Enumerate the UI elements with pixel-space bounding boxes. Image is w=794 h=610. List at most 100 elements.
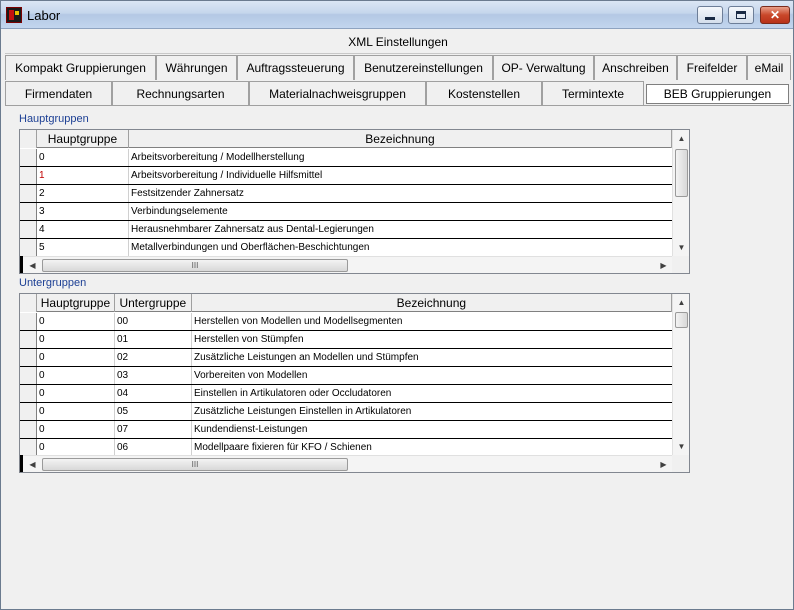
scroll-right-icon[interactable]: ▶ [655,456,672,473]
close-button[interactable]: ✕ [760,6,790,24]
untergruppen-horizontal-scrollbar[interactable]: ◀ III ▶ [20,455,672,472]
tab-beb-gruppierungen[interactable]: BEB Gruppierungen [646,84,789,104]
table-cell[interactable]: Arbeitsvorbereitung / Modellherstellung [129,149,672,166]
table-cell[interactable]: Vorbereiten von Modellen [192,367,672,384]
tab-op-verwaltung[interactable]: OP- Verwaltung [493,55,594,80]
untergruppen-grid[interactable]: Hauptgruppe Untergruppe Bezeichnung 0 00 H… [19,293,690,473]
table-cell[interactable]: 0 [37,313,115,330]
table-cell[interactable]: 0 [37,149,129,166]
table-cell[interactable]: Modellpaare fixieren für KFO / Schienen [192,439,672,455]
scroll-right-icon[interactable]: ▶ [655,257,672,274]
table-cell[interactable]: Herausnehmbarer Zahnersatz aus Dental-Le… [129,221,672,238]
table-cell[interactable]: Herstellen von Stümpfen [192,331,672,348]
table-row[interactable]: 2 Festsitzender Zahnersatz [20,185,672,203]
hauptgruppen-horizontal-scrollbar[interactable]: ◀ III ▶ [20,256,672,273]
row-selector[interactable] [20,203,37,220]
table-row[interactable]: 0 07 Kundendienst-Leistungen [20,421,672,439]
table-row[interactable]: 0 00 Herstellen von Modellen und Modellseg… [20,313,672,331]
table-cell[interactable]: Herstellen von Modellen und Modellsegmen… [192,313,672,330]
table-cell[interactable]: 5 [37,239,129,256]
scroll-thumb[interactable] [675,312,688,328]
column-header-bezeichnung[interactable]: Bezeichnung [192,294,672,312]
hauptgruppen-grid[interactable]: Hauptgruppe Bezeichnung 0 Arbeitsvorberei… [19,129,690,274]
row-selector[interactable] [20,403,37,420]
row-selector[interactable] [20,239,37,256]
column-header-hauptgruppe[interactable]: Hauptgruppe [37,294,115,312]
tab-firmendaten[interactable]: Firmendaten [5,81,112,106]
table-cell[interactable]: Kundendienst-Leistungen [192,421,672,438]
row-selector[interactable] [20,185,37,202]
table-cell[interactable]: 06 [115,439,192,455]
table-cell[interactable]: 0 [37,349,115,366]
tab-kompakt-gruppierungen[interactable]: Kompakt Gruppierungen [5,55,156,80]
tab-waehrungen[interactable]: Währungen [156,55,237,80]
table-cell[interactable]: 2 [37,185,129,202]
table-cell[interactable]: 0 [37,439,115,455]
table-row[interactable]: 3 Verbindungselemente [20,203,672,221]
table-cell[interactable]: 3 [37,203,129,220]
table-cell[interactable]: 02 [115,349,192,366]
table-cell[interactable]: 01 [115,331,192,348]
table-cell[interactable]: 4 [37,221,129,238]
table-cell[interactable]: 0 [37,367,115,384]
untergruppen-vertical-scrollbar[interactable]: ▲ ▼ [672,294,689,455]
title-bar[interactable]: Labor ✕ [1,1,793,29]
table-row[interactable]: 0 02 Zusätzliche Leistungen an Modellen un… [20,349,672,367]
table-row[interactable]: 0 01 Herstellen von Stümpfen [20,331,672,349]
table-cell[interactable]: 0 [37,403,115,420]
hauptgruppen-vertical-scrollbar[interactable]: ▲ ▼ [672,130,689,256]
tab-anschreiben[interactable]: Anschreiben [594,55,677,80]
table-row[interactable]: 4 Herausnehmbarer Zahnersatz aus Dental-L… [20,221,672,239]
row-selector[interactable] [20,167,37,184]
table-cell[interactable]: 07 [115,421,192,438]
table-cell[interactable]: Einstellen in Artikulatoren oder Occluda… [192,385,672,402]
table-cell[interactable]: 00 [115,313,192,330]
row-selector[interactable] [20,149,37,166]
tab-rechnungsarten[interactable]: Rechnungsarten [112,81,249,106]
tab-kostenstellen[interactable]: Kostenstellen [426,81,542,106]
row-selector[interactable] [20,349,37,366]
table-row[interactable]: 0 05 Zusätzliche Leistungen Einstellen in … [20,403,672,421]
tab-freifelder[interactable]: Freifelder [677,55,747,80]
table-cell[interactable]: Zusätzliche Leistungen Einstellen in Art… [192,403,672,420]
scroll-thumb[interactable]: III [42,259,348,272]
table-row[interactable]: 0 Arbeitsvorbereitung / Modellherstellung [20,149,672,167]
table-row[interactable]: 1 Arbeitsvorbereitung / Individuelle Hilf… [20,167,672,185]
scroll-down-icon[interactable]: ▼ [673,239,690,256]
row-selector[interactable] [20,331,37,348]
scroll-up-icon[interactable]: ▲ [673,130,690,147]
scroll-down-icon[interactable]: ▼ [673,438,690,455]
table-row[interactable]: 5 Metallverbindungen und Oberflächen-Besc… [20,239,672,256]
table-cell[interactable]: 0 [37,331,115,348]
scroll-left-icon[interactable]: ◀ [24,456,41,473]
scroll-left-icon[interactable]: ◀ [24,257,41,274]
scroll-up-icon[interactable]: ▲ [673,294,690,311]
tab-materialnachweisgruppen[interactable]: Materialnachweisgruppen [249,81,426,106]
table-cell[interactable]: 05 [115,403,192,420]
table-row[interactable]: 0 04 Einstellen in Artikulatoren oder Occl… [20,385,672,403]
table-cell[interactable]: Verbindungselemente [129,203,672,220]
app-icon[interactable] [6,7,22,23]
tab-auftragssteuerung[interactable]: Auftragssteuerung [237,55,354,80]
table-cell[interactable]: 0 [37,421,115,438]
scroll-thumb[interactable]: III [42,458,348,471]
tab-termintexte[interactable]: Termintexte [542,81,644,106]
table-cell[interactable]: 1 [37,167,129,184]
minimize-button[interactable] [697,6,723,24]
table-row[interactable]: 0 06 Modellpaare fixieren für KFO / Schien… [20,439,672,455]
column-header-hauptgruppe[interactable]: Hauptgruppe [37,130,129,148]
table-cell[interactable]: 0 [37,385,115,402]
row-selector[interactable] [20,385,37,402]
table-cell[interactable]: Metallverbindungen und Oberflächen-Besch… [129,239,672,256]
row-selector[interactable] [20,367,37,384]
table-cell[interactable]: Arbeitsvorbereitung / Individuelle Hilfs… [129,167,672,184]
row-selector[interactable] [20,313,37,330]
row-selector[interactable] [20,439,37,455]
table-cell[interactable]: 03 [115,367,192,384]
row-selector[interactable] [20,421,37,438]
table-cell[interactable]: Festsitzender Zahnersatz [129,185,672,202]
table-row[interactable]: 0 03 Vorbereiten von Modellen [20,367,672,385]
tab-benutzereinstellungen[interactable]: Benutzereinstellungen [354,55,493,80]
scroll-thumb[interactable] [675,149,688,197]
table-cell[interactable]: Zusätzliche Leistungen an Modellen und S… [192,349,672,366]
